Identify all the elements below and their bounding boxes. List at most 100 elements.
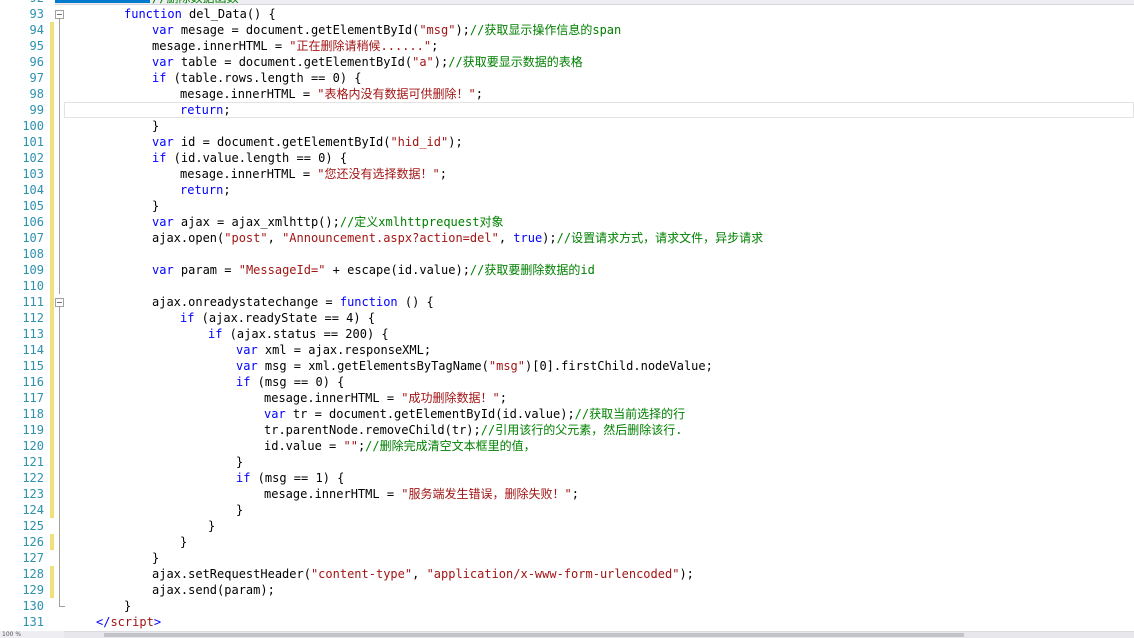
code-line[interactable]: 120 id.value = "";//删除完成清空文本框里的值， [0,438,1134,454]
code-text[interactable]: if (ajax.readyState == 4) { [64,310,1134,326]
code-text[interactable]: var id = document.getElementById("hid_id… [64,134,1134,150]
code-line[interactable]: 97 if (table.rows.length == 0) { [0,70,1134,86]
code-line[interactable]: 106 var ajax = ajax_xmlhttp();//定义xmlhttp… [0,214,1134,230]
code-editor[interactable]: 92//删除数据函数93function del_Data() {94var m… [0,0,1134,638]
code-text[interactable]: ajax.send(param); [64,582,1134,598]
code-line[interactable]: 114 var xml = ajax.responseXML; [0,342,1134,358]
code-line[interactable]: 124} [0,502,1134,518]
code-text[interactable]: if (msg == 0) { [64,374,1134,390]
code-line[interactable]: 115 var msg = xml.getElementsByTagName("m… [0,358,1134,374]
code-token: ); [448,135,463,149]
code-text[interactable]: } [64,198,1134,214]
code-text[interactable]: var tr = document.getElementById(id.valu… [64,406,1134,422]
code-text[interactable]: tr.parentNode.removeChild(tr);//引用该行的父元素… [64,422,1134,438]
code-text[interactable] [64,246,1134,262]
outline-guide [59,38,60,54]
change-marker [50,54,54,70]
code-line[interactable]: 116 if (msg == 0) { [0,374,1134,390]
code-text[interactable]: mesage.innerHTML = "成功删除数据！"; [64,390,1134,406]
code-line[interactable]: 119 tr.parentNode.removeChild(tr);//引用该行的… [0,422,1134,438]
code-line[interactable]: 112 if (ajax.readyState == 4) { [0,310,1134,326]
keyword-token: true [513,231,543,245]
code-lines[interactable]: 92//删除数据函数93function del_Data() {94var m… [0,0,1134,630]
code-line[interactable]: 99 return; [0,102,1134,118]
code-line[interactable]: 96 var table = document.getElementById("a… [0,54,1134,70]
change-marker [50,182,54,198]
keyword-token: function [124,7,182,21]
code-line[interactable]: 93 function del_Data() { [0,6,1134,22]
horizontal-scrollbar[interactable] [64,631,1134,638]
code-text[interactable]: if (msg == 1) { [64,470,1134,486]
code-line[interactable]: 129 ajax.send(param); [0,582,1134,598]
code-line[interactable]: 118 var tr = document.getElementById(id.v… [0,406,1134,422]
code-line[interactable]: 122 if (msg == 1) { [0,470,1134,486]
code-text[interactable]: </script> [64,614,1134,630]
line-number: 127 [22,551,44,565]
code-text[interactable]: } [64,518,1134,534]
code-line[interactable]: 104 return; [0,182,1134,198]
code-line[interactable]: 107 ajax.open("post", "Announcement.aspx?… [0,230,1134,246]
code-text[interactable]: } [64,454,1134,470]
zoom-level[interactable]: 100 % [0,631,64,638]
code-text[interactable] [64,278,1134,294]
code-text[interactable]: } [64,502,1134,518]
code-text[interactable]: function del_Data() { [64,6,1134,22]
code-text[interactable]: if (table.rows.length == 0) { [64,70,1134,86]
change-marker [50,262,54,278]
code-token: id = document.getElementById( [173,135,391,149]
code-text[interactable]: if (id.value.length == 0) { [64,150,1134,166]
code-text[interactable]: return; [64,182,1134,198]
code-line[interactable]: 95 mesage.innerHTML = "正在删除请稍候......"; [0,38,1134,54]
code-line[interactable]: 121} [0,454,1134,470]
code-text[interactable]: } [64,550,1134,566]
code-line[interactable]: 98 mesage.innerHTML = "表格内没有数据可供删除！"; [0,86,1134,102]
code-text[interactable]: ajax.open("post", "Announcement.aspx?act… [64,230,1134,246]
code-text[interactable]: } [64,118,1134,134]
code-line[interactable]: 101 var id = document.getElementById("hid… [0,134,1134,150]
code-text[interactable]: var mesage = document.getElementById("ms… [64,22,1134,38]
code-line[interactable]: 108 [0,246,1134,262]
code-line[interactable]: 103 mesage.innerHTML = "您还没有选择数据！"; [0,166,1134,182]
code-text[interactable]: } [64,598,1134,614]
change-marker [50,422,54,438]
change-marker [50,582,54,598]
code-text[interactable]: var param = "MessageId=" + escape(id.val… [64,262,1134,278]
code-text[interactable]: var ajax = ajax_xmlhttp();//定义xmlhttpreq… [64,214,1134,230]
code-line[interactable]: 130} [0,598,1134,614]
code-line[interactable]: 102 if (id.value.length == 0) { [0,150,1134,166]
code-line[interactable]: 127} [0,550,1134,566]
code-line[interactable]: 100} [0,118,1134,134]
code-text[interactable]: } [64,534,1134,550]
code-text[interactable]: var table = document.getElementById("a")… [64,54,1134,70]
code-text[interactable]: mesage.innerHTML = "表格内没有数据可供删除！"; [64,86,1134,102]
code-text[interactable]: var msg = xml.getElementsByTagName("msg"… [64,358,1134,374]
outline-guide [59,374,60,390]
outline-guide [59,502,60,518]
code-line[interactable]: 105} [0,198,1134,214]
code-line[interactable]: 131 </script> [0,614,1134,630]
code-text[interactable]: if (ajax.status == 200) { [64,326,1134,342]
code-text[interactable]: mesage.innerHTML = "服务端发生错误，删除失败！"; [64,486,1134,502]
code-text[interactable]: mesage.innerHTML = "您还没有选择数据！"; [64,166,1134,182]
code-text[interactable]: var xml = ajax.responseXML; [64,342,1134,358]
horizontal-scrollbar-thumb[interactable] [104,633,964,637]
code-line[interactable]: 117 mesage.innerHTML = "成功删除数据！"; [0,390,1134,406]
change-marker [50,454,54,470]
code-line[interactable]: 110 [0,278,1134,294]
code-line[interactable]: 128 ajax.setRequestHeader("content-type",… [0,566,1134,582]
code-line[interactable]: 113 if (ajax.status == 200) { [0,326,1134,342]
code-line[interactable]: 109 var param = "MessageId=" + escape(id.… [0,262,1134,278]
code-line[interactable]: 111 ajax.onreadystatechange = function ()… [0,294,1134,310]
code-line[interactable]: 123 mesage.innerHTML = "服务端发生错误，删除失败！"; [0,486,1134,502]
code-text[interactable]: ajax.onreadystatechange = function () { [64,294,1134,310]
code-token: ; [475,87,483,101]
code-text[interactable]: mesage.innerHTML = "正在删除请稍候......"; [64,38,1134,54]
code-text[interactable]: ajax.setRequestHeader("content-type", "a… [64,566,1134,582]
keyword-token: if [152,151,167,165]
code-text[interactable]: return; [64,102,1134,118]
code-text[interactable]: id.value = "";//删除完成清空文本框里的值， [64,438,1134,454]
line-number: 117 [22,391,44,405]
code-line[interactable]: 125} [0,518,1134,534]
code-line[interactable]: 94 var mesage = document.getElementById("… [0,22,1134,38]
code-line[interactable]: 126} [0,534,1134,550]
